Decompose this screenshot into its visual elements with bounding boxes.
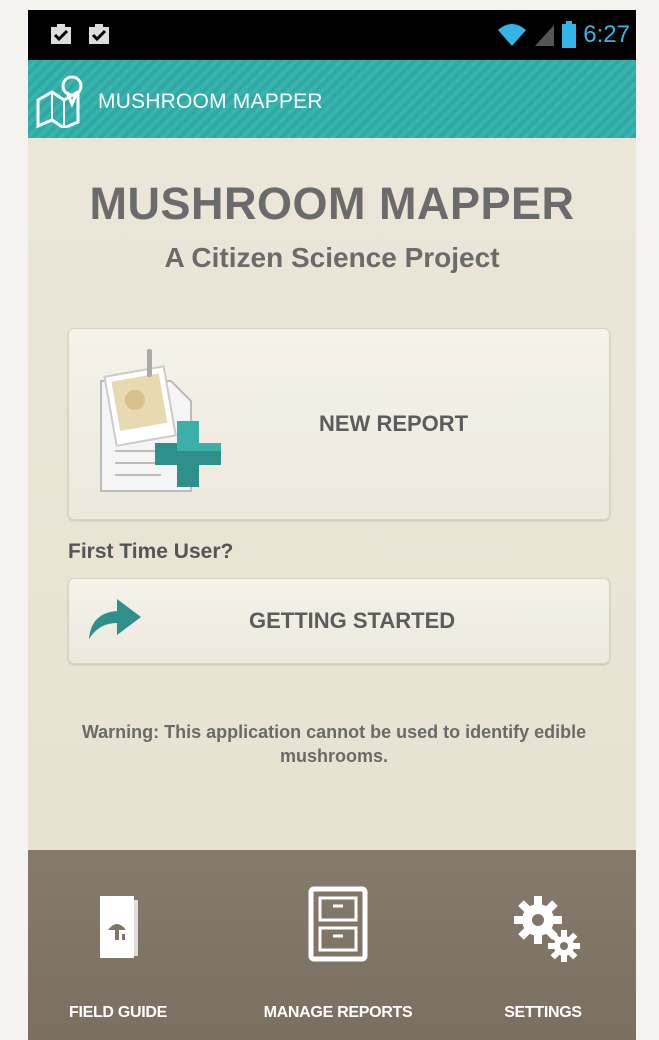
getting-started-label: GETTING STARTED — [249, 608, 456, 633]
first-time-user-label: First Time User? — [68, 540, 234, 563]
new-report-label: NEW REPORT — [319, 411, 469, 436]
battery-icon — [562, 21, 577, 48]
getting-started-button[interactable]: GETTING STARTED — [68, 578, 610, 664]
clipboard-check-icon — [51, 24, 71, 44]
clipboard-check-icon — [89, 24, 109, 44]
signal-icon — [535, 25, 555, 46]
tab-manage-reports[interactable]: MANAGE REPORTS — [228, 850, 448, 1040]
wifi-icon — [498, 24, 527, 46]
map-pin-icon[interactable] — [34, 74, 94, 128]
new-report-icon — [100, 349, 221, 492]
tab-settings[interactable]: SETTINGS — [468, 850, 618, 1040]
new-report-button[interactable]: NEW REPORT — [68, 328, 610, 520]
clock: 6:27 — [583, 21, 630, 48]
page-subtitle: A Citizen Science Project — [164, 242, 500, 273]
tab-field-guide-label: FIELD GUIDE — [68, 1004, 168, 1021]
bottom-nav: FIELD GUIDE MANAGE REPORTS SETTINGS — [28, 850, 636, 1040]
action-bar-title: MUSHROOM MAPPER — [98, 90, 323, 113]
file-cabinet-icon — [308, 886, 368, 962]
gear-icon — [514, 896, 580, 962]
tab-manage-reports-label: MANAGE REPORTS — [263, 1004, 413, 1021]
arrow-icon — [89, 599, 141, 639]
main-content: MUSHROOM MAPPER A Citizen Science Projec… — [28, 138, 636, 850]
action-bar: MUSHROOM MAPPER — [28, 60, 636, 138]
tab-settings-label: SETTINGS — [504, 1004, 582, 1021]
page-title: MUSHROOM MAPPER — [89, 178, 575, 229]
warning-text: Warning: This application cannot be used… — [81, 722, 587, 766]
status-bar: 6:27 — [28, 10, 636, 60]
tab-field-guide[interactable]: FIELD GUIDE — [48, 850, 188, 1040]
phone-screen: 6:27 MUSHROOM MAPPER MUSHROOM MAPPER A C… — [28, 10, 636, 1040]
book-icon — [100, 896, 138, 958]
